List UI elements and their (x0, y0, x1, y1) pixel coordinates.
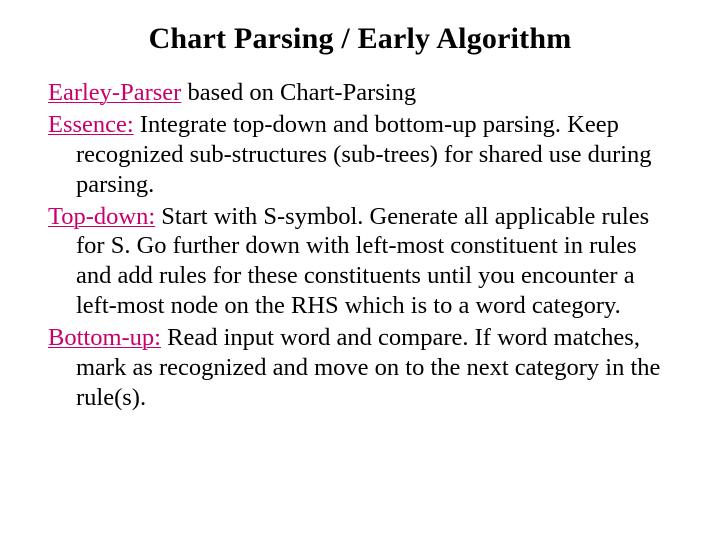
bottomup-text: Read input word and compare. If word mat… (76, 324, 660, 411)
slide-title: Chart Parsing / Early Algorithm (48, 22, 672, 56)
slide: Chart Parsing / Early Algorithm Earley-P… (0, 0, 720, 540)
intro-text: based on Chart-Parsing (181, 79, 416, 106)
essence-label: Essence: (48, 111, 134, 138)
bottomup-block: Bottom-up: Read input word and compare. … (48, 323, 672, 413)
intro-label: Earley-Parser (48, 79, 181, 106)
essence-text: Integrate top-down and bottom-up parsing… (76, 111, 652, 198)
bottomup-label: Bottom-up: (48, 324, 161, 351)
intro-line: Earley-Parser based on Chart-Parsing (48, 78, 672, 108)
topdown-label: Top-down: (48, 203, 155, 230)
topdown-text: Start with S-symbol. Generate all applic… (76, 203, 649, 320)
essence-block: Essence: Integrate top-down and bottom-u… (48, 110, 672, 200)
topdown-block: Top-down: Start with S-symbol. Generate … (48, 202, 672, 322)
slide-body: Earley-Parser based on Chart-Parsing Ess… (48, 78, 672, 413)
